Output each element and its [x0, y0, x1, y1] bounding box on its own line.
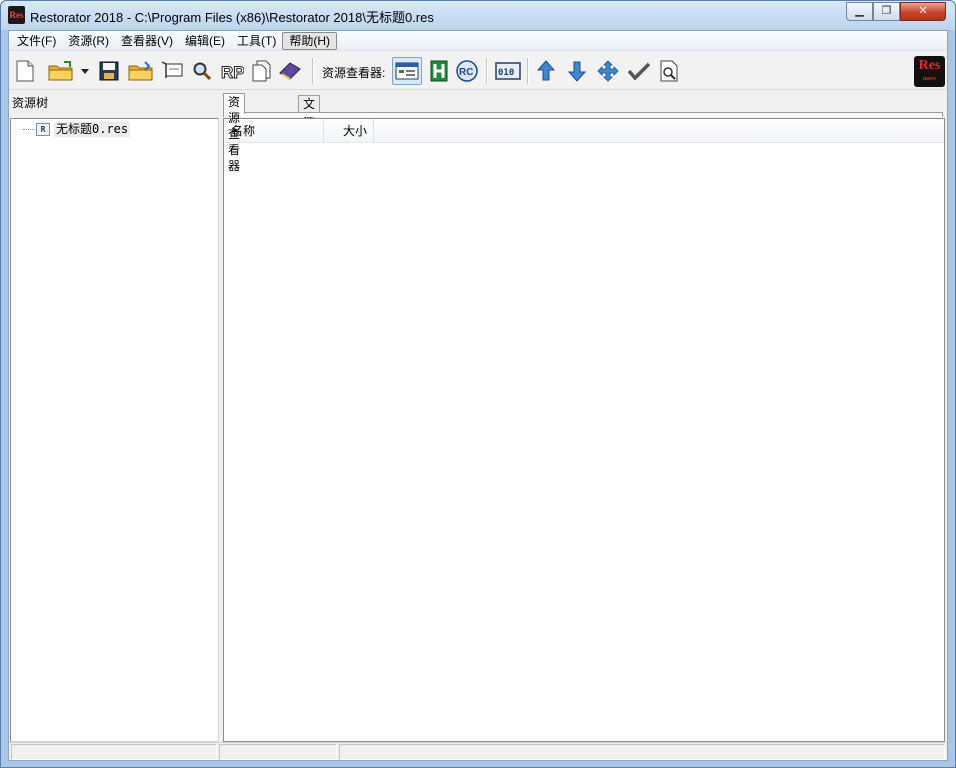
- menu-bar: 文件(F) 资源(R) 查看器(V) 编辑(E) 工具(T) 帮助(H): [9, 31, 947, 51]
- status-bar: [9, 742, 947, 760]
- inspect-icon[interactable]: [657, 59, 681, 83]
- viewer-preview-icon[interactable]: [392, 57, 422, 85]
- new-file-icon[interactable]: [13, 59, 37, 83]
- open-project-icon[interactable]: [127, 59, 155, 83]
- hex-icon[interactable]: [427, 59, 451, 83]
- search-icon[interactable]: [190, 59, 214, 83]
- viewer-pane: 资源查看器 文件浏览器 名称 大小: [223, 91, 947, 742]
- rc-icon[interactable]: RC: [455, 59, 479, 83]
- svg-text:RP: RP: [221, 63, 244, 81]
- svg-text:RC: RC: [459, 67, 473, 78]
- tree-connector: [23, 128, 35, 130]
- tree-item[interactable]: R 无标题0.res: [23, 121, 131, 137]
- menu-tools[interactable]: 工具(T): [231, 32, 282, 50]
- save-icon[interactable]: [97, 59, 121, 83]
- rename-icon[interactable]: [159, 59, 185, 83]
- resource-tree-pane: 资源树 R 无标题0.res: [9, 91, 219, 742]
- menu-resource[interactable]: 资源(R): [62, 32, 115, 50]
- svg-text:010: 010: [498, 68, 514, 78]
- tab-panel-frame: [223, 112, 943, 117]
- status-panel-2: [219, 744, 337, 760]
- close-button[interactable]: ✕: [900, 2, 946, 21]
- resource-tree-title: 资源树: [12, 96, 49, 110]
- resource-list[interactable]: 名称 大小: [223, 118, 945, 742]
- move-up-icon[interactable]: [534, 59, 558, 83]
- check-icon[interactable]: [626, 59, 652, 83]
- caption-buttons: ▁ ❐ ✕: [846, 2, 946, 21]
- rp-icon[interactable]: RP: [219, 59, 245, 83]
- app-icon[interactable]: Res: [8, 6, 25, 24]
- open-folder-icon[interactable]: [46, 59, 76, 83]
- toolbar-separator: [486, 58, 487, 84]
- tab-file-browser[interactable]: 文件浏览器: [298, 95, 321, 175]
- copy-icon[interactable]: [249, 59, 273, 83]
- res-logo[interactable]: Res more: [914, 56, 945, 87]
- status-panel-1: [11, 744, 217, 760]
- toolbar: RP 资源查看器: RC 010 Res more: [9, 52, 947, 90]
- column-size[interactable]: 大小: [324, 119, 374, 143]
- move-down-icon[interactable]: [565, 59, 589, 83]
- app-window: Res Restorator 2018 - C:\Program Files (…: [0, 0, 956, 768]
- menu-help[interactable]: 帮助(H): [282, 31, 337, 50]
- status-panel-3: [339, 744, 945, 760]
- menu-edit[interactable]: 编辑(E): [179, 32, 231, 50]
- toolbar-separator: [312, 58, 313, 84]
- menu-viewer[interactable]: 查看器(V): [115, 32, 179, 50]
- title-bar[interactable]: Res Restorator 2018 - C:\Program Files (…: [1, 1, 955, 30]
- book-icon[interactable]: [277, 59, 303, 83]
- res-logo-subtext: more: [922, 76, 937, 82]
- window-title: Restorator 2018 - C:\Program Files (x86)…: [30, 10, 434, 25]
- dropdown-arrow-icon[interactable]: [79, 59, 91, 83]
- toolbar-separator: [527, 58, 528, 84]
- viewer-label: 资源查看器:: [322, 66, 386, 80]
- navigate-icon[interactable]: [596, 59, 620, 83]
- minimize-button[interactable]: ▁: [846, 2, 873, 21]
- resource-tree[interactable]: R 无标题0.res: [10, 118, 219, 742]
- menu-file[interactable]: 文件(F): [11, 32, 62, 50]
- tree-item-label: 无标题0.res: [54, 121, 131, 137]
- restore-button[interactable]: ❐: [873, 2, 900, 21]
- res-logo-text: Res: [918, 58, 941, 73]
- list-header: 名称 大小: [224, 119, 944, 143]
- tab-resource-viewer[interactable]: 资源查看器: [223, 93, 246, 173]
- resource-file-icon: R: [36, 122, 50, 136]
- client-area: 文件(F) 资源(R) 查看器(V) 编辑(E) 工具(T) 帮助(H) RP …: [8, 30, 948, 761]
- binary-icon[interactable]: 010: [494, 59, 522, 83]
